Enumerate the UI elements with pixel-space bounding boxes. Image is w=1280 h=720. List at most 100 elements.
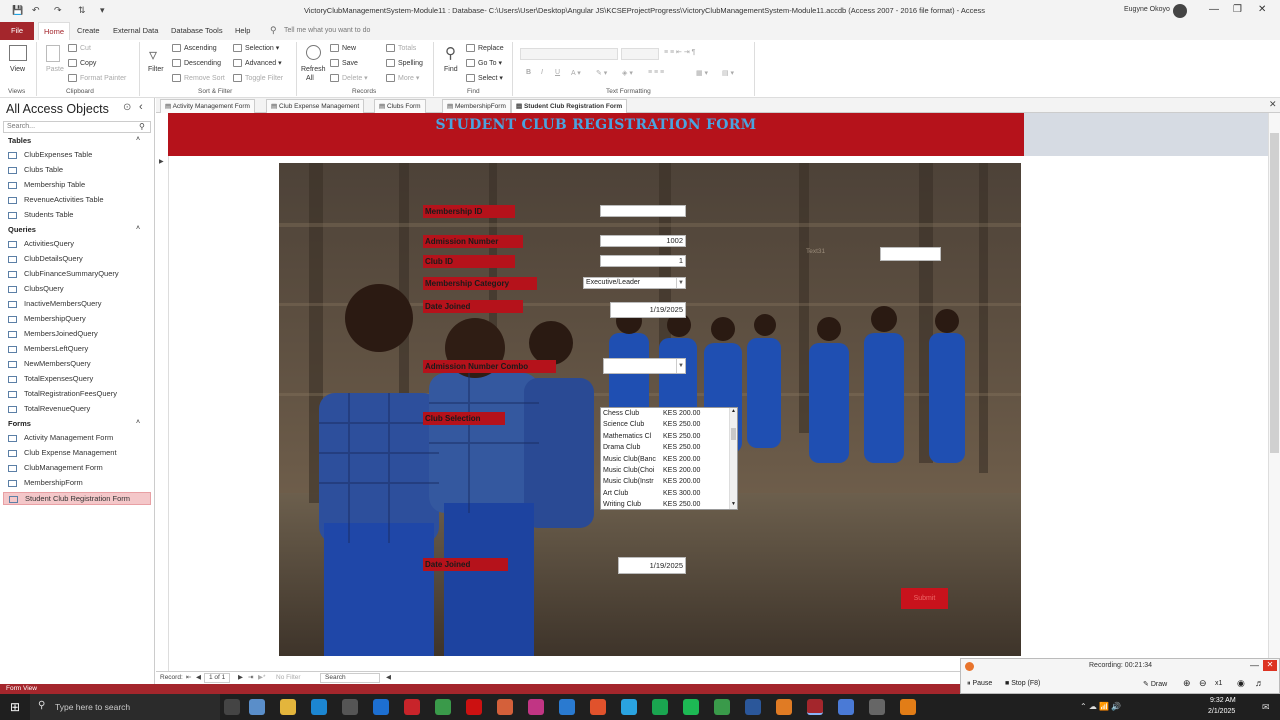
minimize-recorder-icon[interactable]: — <box>1250 660 1259 670</box>
filter-button[interactable]: Filter <box>148 66 164 73</box>
nav-category-tables[interactable]: Tables <box>8 136 31 145</box>
highlight-icon[interactable]: ✎ ▾ <box>596 69 607 77</box>
zoom-out-icon[interactable]: ⊖ <box>1199 678 1207 689</box>
nav-item-queries[interactable]: TotalExpensesQuery <box>3 373 151 386</box>
chrome-icon[interactable] <box>435 699 451 715</box>
last-record-icon[interactable]: ⇥ <box>248 673 253 681</box>
spotify-icon[interactable] <box>683 699 699 715</box>
club-id-field[interactable]: 1 <box>600 255 686 267</box>
paste-button[interactable]: Paste <box>46 66 64 73</box>
redo-icon[interactable]: ↷ <box>54 5 62 16</box>
brave-icon[interactable] <box>590 699 606 715</box>
scroll-up-icon[interactable]: ▲ <box>731 408 736 414</box>
app-icon-3[interactable] <box>621 699 637 715</box>
list-item[interactable]: Music Club(Instr KES 200.00 <box>601 476 737 487</box>
advanced-button[interactable]: Advanced ▾ <box>233 59 282 68</box>
record-position[interactable]: 1 of 1 <box>204 673 231 683</box>
chrome-2-icon[interactable] <box>714 699 730 715</box>
descending-button[interactable]: Descending <box>172 59 221 67</box>
nav-item-queries[interactable]: MembershipQuery <box>3 313 151 326</box>
font-name-select[interactable] <box>520 48 618 60</box>
alt-row-icon[interactable]: ▤ ▾ <box>722 69 734 77</box>
list-item[interactable]: Science Club KES 250.00 <box>601 419 737 430</box>
task-view-icon[interactable] <box>224 699 240 715</box>
bold-icon[interactable]: B <box>526 69 531 76</box>
club-selection-listbox[interactable]: Chess Club KES 200.00 Science Club KES 250.… <box>600 407 738 510</box>
vlc-icon[interactable] <box>900 699 916 715</box>
pause-button[interactable]: ⏸ Pause <box>967 680 992 688</box>
record-search-input[interactable]: Search <box>320 673 380 683</box>
more-button[interactable]: More ▾ <box>386 74 419 83</box>
nav-item-forms[interactable]: ClubManagement Form <box>3 462 151 475</box>
spelling-button[interactable]: Spelling <box>386 59 423 67</box>
select-button[interactable]: Select ▾ <box>466 74 503 83</box>
notifications-icon[interactable]: ✉ <box>1262 702 1270 713</box>
list-item[interactable]: Mathematics Cl KES 250.00 <box>601 431 737 442</box>
tab-home[interactable]: Home <box>38 22 71 40</box>
find-button[interactable]: Find <box>444 66 458 73</box>
tab-create[interactable]: Create <box>72 22 105 40</box>
ascending-button[interactable]: Ascending <box>172 44 217 52</box>
doc-tab[interactable]: ▤ Activity Management Form <box>160 99 255 113</box>
format-painter-button[interactable]: Format Painter <box>68 74 126 82</box>
close-form-icon[interactable]: ✕ <box>1269 99 1277 110</box>
save-icon[interactable]: 💾 <box>12 5 23 16</box>
remove-sort-button[interactable]: Remove Sort <box>172 74 225 82</box>
no-filter-indicator[interactable]: No Filter <box>276 674 301 681</box>
font-size-select[interactable] <box>621 48 659 60</box>
cut-button[interactable]: Cut <box>68 44 91 52</box>
filter-icon[interactable]: ▿ <box>149 45 157 65</box>
instagram-icon[interactable] <box>528 699 544 715</box>
chevron-up-icon[interactable]: ˄ <box>136 136 140 143</box>
align-icons[interactable]: ≡ ≡ ≡ <box>648 69 664 76</box>
text31-field[interactable] <box>880 247 941 261</box>
netflix-icon[interactable] <box>466 699 482 715</box>
membership-category-combo[interactable]: Executive/Leader ▼ <box>583 277 686 289</box>
nav-item-tables[interactable]: Clubs Table <box>3 164 151 177</box>
underline-icon[interactable]: U <box>555 69 560 76</box>
zoom-in-icon[interactable]: ⊕ <box>1183 678 1191 689</box>
settings-icon[interactable] <box>869 699 885 715</box>
avatar[interactable] <box>1173 4 1187 18</box>
stop-button[interactable]: ■ Stop (F8) <box>1005 680 1040 687</box>
chevron-up-icon[interactable]: ˄ <box>136 225 140 232</box>
new-record-icon[interactable]: ▶* <box>258 673 266 681</box>
view-icon[interactable] <box>9 45 27 61</box>
scroll-left-icon[interactable]: ◀ <box>386 673 391 681</box>
nav-category-queries[interactable]: Queries <box>8 225 36 234</box>
draw-button[interactable]: ✎ Draw <box>1143 680 1167 688</box>
prev-record-icon[interactable]: ◀ <box>196 673 201 681</box>
nav-item-queries[interactable]: ClubsQuery <box>3 283 151 296</box>
vertical-scrollbar[interactable] <box>1268 113 1280 671</box>
close-icon[interactable]: ✕ <box>1258 4 1266 15</box>
gridlines-icon[interactable]: ▦ ▾ <box>696 69 708 77</box>
nav-item-forms[interactable]: Activity Management Form <box>3 432 151 445</box>
edge-icon[interactable] <box>311 699 327 715</box>
nav-item-queries[interactable]: ClubDetailsQuery <box>3 253 151 266</box>
customize-icon[interactable]: ▾ <box>100 5 105 16</box>
goto-button[interactable]: Go To ▾ <box>466 59 502 68</box>
view-button[interactable]: View <box>10 66 25 73</box>
restore-icon[interactable]: ❐ <box>1233 4 1242 15</box>
access-icon[interactable] <box>807 699 823 715</box>
file-explorer-icon[interactable] <box>280 699 296 715</box>
nav-item-tables[interactable]: Membership Table <box>3 179 151 192</box>
find-icon[interactable]: ⚲ <box>445 44 456 62</box>
taskbar-search[interactable]: ⚲ Type here to search <box>30 694 220 720</box>
chevron-up-icon[interactable]: ˄ <box>136 419 140 426</box>
minimize-icon[interactable]: — <box>1209 4 1219 15</box>
membership-id-field[interactable] <box>600 205 686 217</box>
doc-tab[interactable]: ▤ Student Club Registration Form <box>511 99 628 113</box>
store-icon[interactable] <box>342 699 358 715</box>
close-recorder-icon[interactable]: ✕ <box>1263 660 1277 671</box>
list-item[interactable]: Drama Club KES 250.00 <box>601 442 737 453</box>
word-icon[interactable] <box>745 699 761 715</box>
mail-icon[interactable] <box>373 699 389 715</box>
toggle-filter-button[interactable]: Toggle Filter <box>233 74 283 82</box>
fill-icon[interactable]: ◈ ▾ <box>622 69 633 77</box>
nav-item-queries[interactable]: TotalRevenueQuery <box>3 403 151 416</box>
nav-item-queries[interactable]: TotalRegistrationFeesQuery <box>3 388 151 401</box>
chevron-down-icon[interactable]: ▼ <box>676 278 685 288</box>
app-icon-4[interactable] <box>652 699 668 715</box>
refresh-button[interactable]: Refresh <box>301 66 326 73</box>
